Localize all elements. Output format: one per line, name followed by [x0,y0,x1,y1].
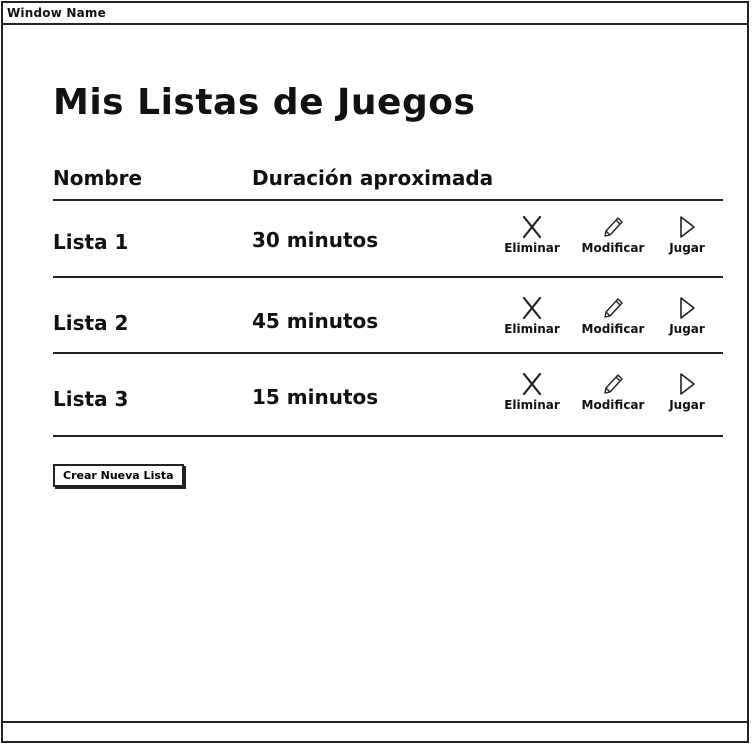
play-icon [680,373,695,395]
table-row: Lista 1 30 minutos Eliminar Modificar Ju… [0,205,753,275]
edit-button[interactable]: Modificar [578,296,648,336]
pencil-icon [604,374,623,394]
delete-label: Eliminar [504,322,560,336]
table-bottom-divider [53,435,723,437]
close-icon [522,296,542,320]
edit-button[interactable]: Modificar [578,215,648,255]
list-name: Lista 3 [53,387,129,411]
play-icon [680,216,695,238]
edit-label: Modificar [581,322,645,336]
list-name: Lista 1 [53,230,129,254]
delete-button[interactable]: Eliminar [497,372,567,412]
play-icon [680,297,695,319]
page-title: Mis Listas de Juegos [53,82,476,123]
table-row: Lista 3 15 minutos Eliminar Modificar Ju… [0,362,753,432]
play-button[interactable]: Jugar [652,296,722,336]
delete-label: Eliminar [504,241,560,255]
row-divider [53,352,723,354]
play-button[interactable]: Jugar [652,372,722,412]
column-header-duration: Duración aproximada [252,166,494,190]
delete-label: Eliminar [504,398,560,412]
status-bar [3,721,747,741]
window-title: Window Name [7,6,106,20]
edit-button[interactable]: Modificar [578,372,648,412]
delete-button[interactable]: Eliminar [497,215,567,255]
list-duration: 15 minutos [252,385,379,409]
edit-label: Modificar [581,241,645,255]
title-bar: Window Name [3,3,747,25]
play-button[interactable]: Jugar [652,215,722,255]
table-row: Lista 2 45 minutos Eliminar Modificar Ju… [0,286,753,356]
list-duration: 45 minutos [252,309,379,333]
close-icon [522,215,542,239]
play-label: Jugar [669,322,705,336]
row-divider [53,276,723,278]
play-label: Jugar [669,241,705,255]
column-header-name: Nombre [53,166,143,190]
header-divider [53,199,723,201]
create-new-list-button[interactable]: Crear Nueva Lista [53,464,184,487]
list-duration: 30 minutos [252,228,379,252]
play-label: Jugar [669,398,705,412]
pencil-icon [604,298,623,318]
delete-button[interactable]: Eliminar [497,296,567,336]
edit-label: Modificar [581,398,645,412]
close-icon [522,372,542,396]
list-name: Lista 2 [53,311,129,335]
pencil-icon [604,217,623,237]
